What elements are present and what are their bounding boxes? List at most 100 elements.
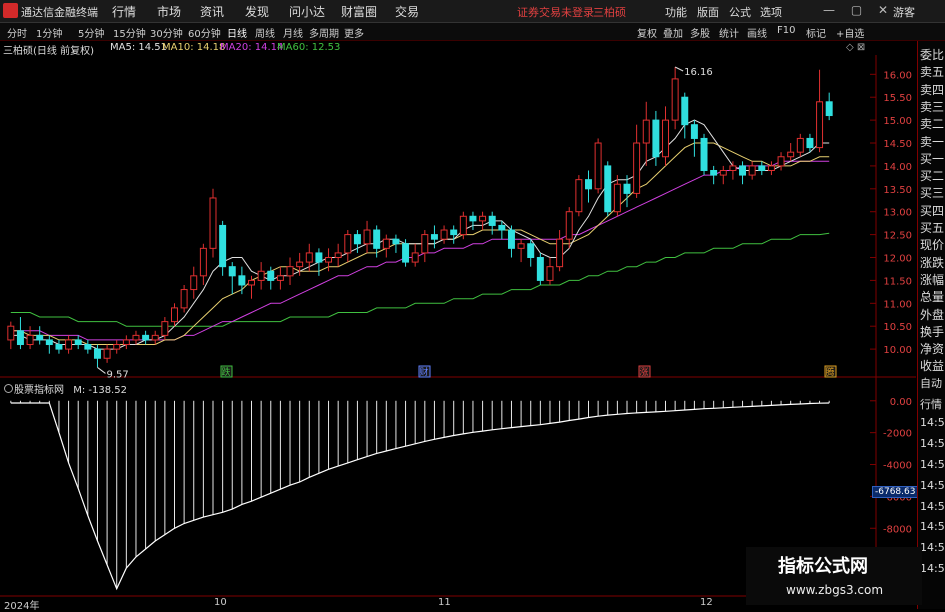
candle-up	[440, 229, 448, 240]
candle-up	[132, 334, 140, 341]
price-axis-label: 14.00	[883, 162, 912, 173]
price-axis-label: 13.50	[883, 185, 912, 196]
candle-down	[74, 339, 82, 346]
candle-up	[344, 234, 352, 254]
side-panel-label: 卖二	[920, 117, 945, 132]
candle-down	[825, 101, 833, 117]
candle-up	[767, 165, 775, 171]
candle-up	[411, 252, 419, 263]
event-marker-label[interactable]: 财	[419, 366, 428, 378]
side-panel-label: 卖五	[920, 65, 945, 80]
candle-up	[190, 275, 198, 291]
side-panel-label: 收益	[920, 359, 945, 374]
candle-up	[26, 334, 34, 346]
candle-up	[334, 252, 342, 259]
low-marker-line	[97, 367, 106, 374]
candle-up	[171, 307, 178, 323]
candle-up	[565, 211, 573, 240]
candle-down	[806, 137, 814, 149]
candle-up	[556, 238, 564, 268]
candle-down	[536, 257, 544, 281]
event-marker-label[interactable]: 跌	[221, 367, 230, 378]
candle-up	[382, 238, 390, 249]
side-panel-label: 14:5	[920, 499, 945, 513]
candle-down	[469, 215, 477, 222]
candle-down	[238, 275, 246, 286]
candle-up	[122, 339, 130, 346]
candle-up	[199, 247, 207, 277]
candle-down	[84, 344, 92, 350]
date-label-nov: 11	[438, 597, 451, 608]
sub-axis-label: 0.00	[890, 397, 912, 408]
side-panel-label: 卖一	[920, 134, 945, 149]
sub-current-value-badge: -6768.63	[872, 486, 919, 498]
candle-up	[257, 270, 265, 281]
candle-up	[296, 261, 304, 268]
candle-down	[55, 344, 63, 350]
side-panel-label: 净资	[920, 342, 945, 357]
kline-chart[interactable]: 16.00 15.50 15.00 14.50 14.00 13.50 13.00 12.50…	[0, 0, 945, 609]
candle-up	[161, 321, 169, 336]
candle-up	[642, 119, 650, 144]
candle-up	[65, 339, 73, 350]
candle-down	[700, 137, 708, 171]
price-axis-label: 15.00	[883, 116, 912, 127]
candle-down	[402, 243, 410, 263]
side-panel-label: 换手	[920, 324, 945, 339]
candle-down	[585, 179, 592, 190]
ma20-line	[10, 160, 830, 341]
event-marker-label[interactable]: 涨	[639, 367, 648, 378]
candle-down	[373, 229, 381, 249]
price-axis-label: 14.50	[883, 139, 912, 150]
side-panel-label: 14:5	[920, 437, 945, 451]
side-panel-label: 现价	[920, 238, 945, 253]
price-axis-label: 10.00	[883, 345, 912, 356]
side-panel-label: 委比	[920, 48, 945, 62]
candle-up	[816, 101, 824, 149]
date-label-year: 2024年	[4, 601, 40, 612]
indicator-settings-icon[interactable]	[4, 384, 13, 393]
sub-panel-title: 股票指标网	[14, 385, 64, 396]
candle-up	[662, 119, 669, 158]
side-panel-label: 买五	[920, 221, 945, 235]
candle-down	[604, 165, 612, 213]
side-panel-label: 总量	[920, 290, 945, 305]
price-axis-label: 12.50	[883, 231, 912, 242]
candle-up	[633, 142, 641, 194]
candle-down	[758, 165, 766, 171]
side-panel-label: 14:5	[920, 478, 945, 492]
side-panel-label: 卖三	[920, 99, 945, 114]
candle-down	[392, 238, 400, 245]
candle-down	[16, 330, 24, 346]
candle-up	[209, 197, 217, 249]
candle-down	[45, 339, 53, 346]
high-price-label: 16.16	[684, 67, 713, 78]
candle-up	[7, 325, 15, 341]
side-panel-label: 外盘	[920, 307, 945, 322]
side-panel-label: 买三	[920, 186, 945, 201]
watermark-url: www.zbgs3.com	[786, 583, 884, 597]
sub-indicator-line	[10, 402, 830, 591]
candle-down	[623, 183, 631, 194]
candle-down	[488, 215, 496, 226]
price-axis-label: 16.00	[883, 70, 912, 81]
event-marker-label[interactable]: 腾	[825, 366, 834, 378]
candle-up	[459, 215, 467, 236]
candle-up	[517, 243, 525, 249]
candle-down	[142, 334, 150, 341]
candle-up	[594, 142, 602, 190]
price-axis-label: 13.00	[883, 208, 912, 219]
candle-down	[507, 229, 515, 249]
price-axis-label: 11.50	[883, 276, 912, 287]
side-panel-label: 14:5	[920, 457, 945, 471]
candle-down	[219, 224, 227, 268]
side-panel-label: 14:5	[920, 520, 945, 534]
sub-axis-label: -4000	[883, 461, 912, 472]
candle-down	[652, 119, 660, 158]
side-panel-label: 买四	[920, 203, 945, 218]
sub-axis-label: -2000	[883, 429, 912, 440]
high-marker-line	[674, 66, 684, 72]
candle-up	[286, 266, 294, 277]
candle-up	[363, 229, 371, 245]
candle-up	[276, 275, 284, 281]
